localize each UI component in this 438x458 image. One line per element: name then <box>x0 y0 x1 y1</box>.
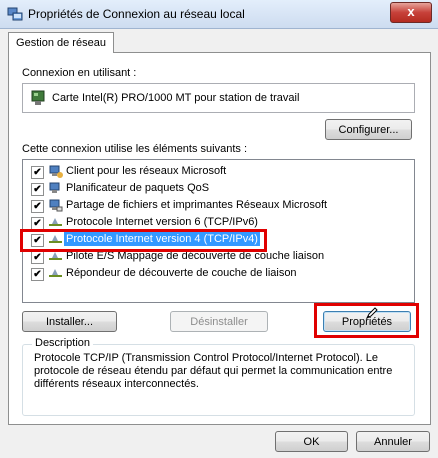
network-client-icon <box>49 165 63 178</box>
network-connection-icon <box>7 7 23 21</box>
qos-scheduler-icon <box>49 182 60 193</box>
adapter-field: Carte Intel(R) PRO/1000 MT pour station … <box>22 83 415 113</box>
network-adapter-icon <box>31 90 45 105</box>
list-item-label: Partage de fichiers et imprimantes Résea… <box>66 199 328 211</box>
title-bar[interactable]: Propriétés de Connexion au réseau local … <box>0 0 438 29</box>
list-item-label: Protocole Internet version 6 (TCP/IPv6) <box>66 216 258 228</box>
list-item-label: Client pour les réseaux Microsoft <box>66 165 227 177</box>
ok-button[interactable]: OK <box>275 431 348 452</box>
description-title: Description <box>32 337 94 349</box>
file-printer-sharing-icon <box>49 199 63 212</box>
ipv4-highlight-box <box>20 229 267 252</box>
window-title: Propriétés de Connexion au réseau local <box>28 7 245 21</box>
connection-label: Connexion en utilisant : <box>22 67 137 79</box>
checkbox[interactable]: ✔ <box>31 268 44 281</box>
description-text: Protocole TCP/IP (Transmission Control P… <box>34 352 393 390</box>
uninstall-button[interactable]: Désinstaller <box>170 311 268 332</box>
pen-cursor-icon <box>365 307 378 320</box>
protocol-icon <box>49 269 62 277</box>
close-button[interactable]: x <box>390 2 432 23</box>
list-item[interactable]: ✔ Client pour les réseaux Microsoft <box>23 163 412 180</box>
checkbox[interactable]: ✔ <box>31 251 44 264</box>
list-item-label: Planificateur de paquets QoS <box>66 182 210 194</box>
list-item[interactable]: ✔ Planificateur de paquets QoS <box>23 180 412 197</box>
checkbox[interactable]: ✔ <box>31 183 44 196</box>
install-button[interactable]: Installer... <box>22 311 117 332</box>
cancel-button[interactable]: Annuler <box>356 431 430 452</box>
list-item[interactable]: ✔ Répondeur de découverte de couche de l… <box>23 265 412 282</box>
configure-button[interactable]: Configurer... <box>325 119 412 140</box>
elements-label: Cette connexion utilise les éléments sui… <box>22 143 248 155</box>
checkbox[interactable]: ✔ <box>31 200 44 213</box>
checkbox[interactable]: ✔ <box>31 166 44 179</box>
adapter-name: Carte Intel(R) PRO/1000 MT pour station … <box>52 92 300 104</box>
protocol-icon <box>49 218 62 226</box>
list-item[interactable]: ✔ Partage de fichiers et imprimantes Rés… <box>23 197 412 214</box>
tab-gestion-reseau[interactable]: Gestion de réseau <box>8 32 114 53</box>
list-item-label: Répondeur de découverte de couche de lia… <box>66 267 297 279</box>
